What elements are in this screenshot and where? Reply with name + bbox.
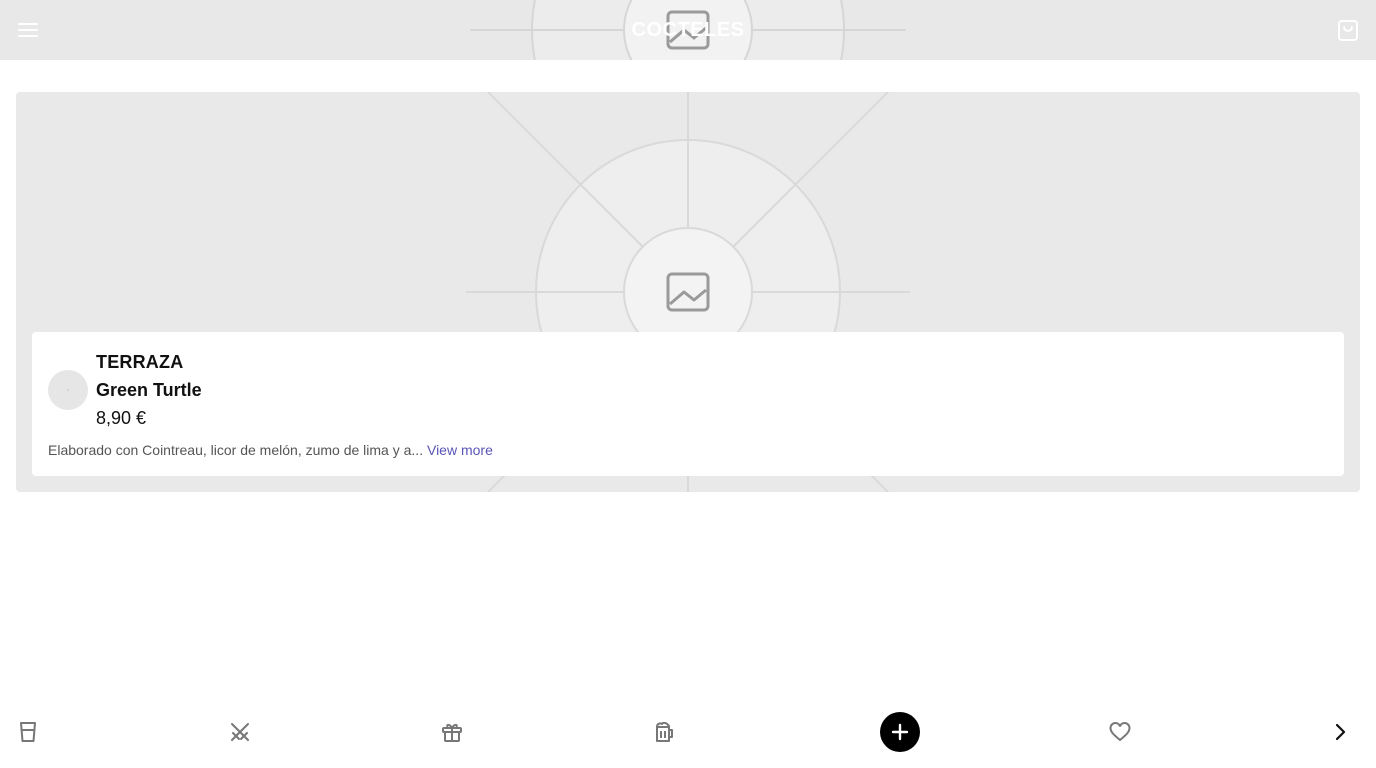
nav-item-beer[interactable] (648, 716, 680, 748)
shopping-bag-icon (1338, 20, 1358, 41)
product-info-card: TERRAZA Green Turtle 8,90 € Elaborado co… (32, 332, 1344, 476)
beer-mug-icon (656, 721, 673, 742)
product-price: 8,90 € (96, 408, 147, 428)
page-title: COCTELES (631, 19, 745, 41)
product-card[interactable]: TERRAZA Green Turtle 8,90 € Elaborado co… (16, 92, 1360, 492)
menu-button[interactable] (12, 14, 44, 46)
product-category: TERRAZA (96, 352, 184, 372)
nav-item-drinks[interactable] (12, 716, 44, 748)
header-bar: COCTELES (0, 0, 1376, 60)
product-description-row: Elaborado con Cointreau, licor de melón,… (48, 442, 493, 458)
nav-item-gifts[interactable] (436, 716, 468, 748)
nav-item-favorites[interactable] (1104, 716, 1136, 748)
nav-next-button[interactable] (1324, 716, 1356, 748)
menu-icon (18, 23, 38, 37)
product-description: Elaborado con Cointreau, licor de melón,… (48, 442, 424, 458)
chevron-right-icon (1335, 723, 1346, 741)
venue-avatar (48, 370, 88, 410)
bottom-navigation (0, 700, 1376, 768)
heart-icon (1109, 722, 1131, 741)
glass-icon (20, 722, 36, 742)
app: COCTELES TERRAZA Green Turtle 8,90 € Ela… (0, 0, 1376, 768)
gift-icon (442, 723, 462, 742)
add-button[interactable] (880, 712, 920, 752)
nav-item-food[interactable] (224, 716, 256, 748)
product-name: Green Turtle (96, 380, 202, 400)
cart-button[interactable] (1332, 14, 1364, 46)
crossed-swords-icon (231, 723, 249, 741)
plus-icon (891, 723, 909, 741)
view-more-link[interactable]: View more (427, 442, 493, 458)
